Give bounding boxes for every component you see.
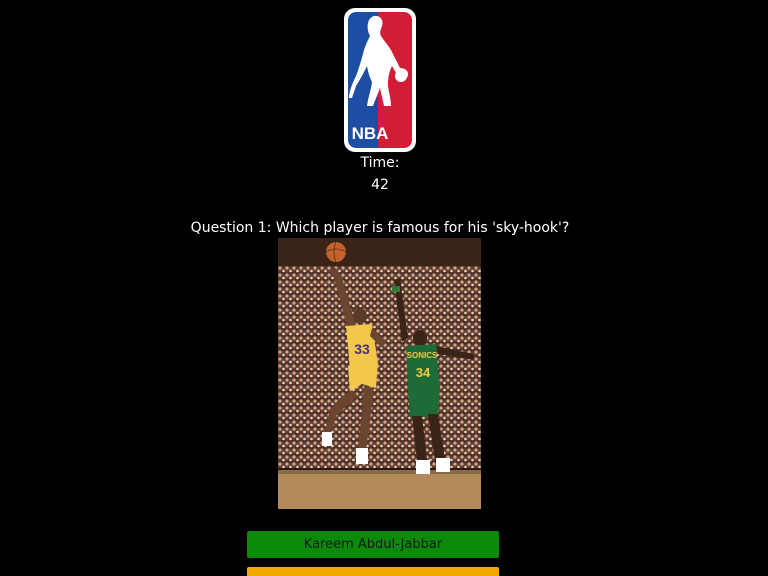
opponent-team-text: SONICS: [407, 351, 438, 360]
basketball-photo: 33 SONICS 34: [278, 238, 481, 509]
question-text: Question 1: Which player is famous for h…: [190, 220, 570, 236]
timer-value: 42: [371, 177, 389, 193]
answer-button-2[interactable]: [247, 567, 499, 576]
timer-label: Time:: [360, 155, 400, 171]
quiz-screen: NBA Time: 42 Question 1: Which player is…: [0, 0, 768, 576]
jersey-number-34: 34: [416, 365, 431, 380]
nba-logo-icon: NBA: [344, 8, 416, 152]
nba-logo-text: NBA: [352, 124, 389, 143]
jersey-number-33: 33: [354, 341, 370, 357]
answer-button-1[interactable]: Kareem Abdul-Jabbar: [247, 531, 499, 558]
